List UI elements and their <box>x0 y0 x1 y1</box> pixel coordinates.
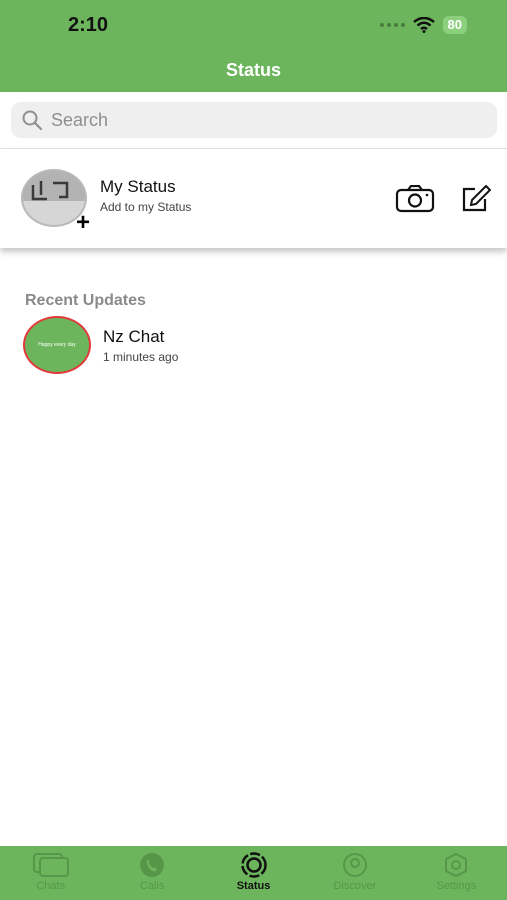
app-header: 2:10 80 Status <box>0 0 507 92</box>
tab-status-label: Status <box>236 880 271 892</box>
tab-calls[interactable]: Calls <box>101 846 202 900</box>
wifi-icon <box>412 17 435 33</box>
status-bar-indicators: 80 <box>379 16 467 34</box>
camera-icon[interactable] <box>395 185 435 213</box>
tab-settings-label: Settings <box>436 880 477 892</box>
settings-icon <box>445 852 468 878</box>
battery-indicator: 80 <box>442 16 467 34</box>
tab-status[interactable]: Status <box>203 846 304 900</box>
tab-settings[interactable]: Settings <box>406 846 507 900</box>
tab-chats[interactable]: Chats <box>0 846 101 900</box>
tab-discover[interactable]: Discover <box>304 846 405 900</box>
search-bar[interactable] <box>11 102 497 138</box>
edit-icon[interactable] <box>461 185 491 213</box>
my-status-name: My Status <box>100 177 176 196</box>
chats-icon <box>32 853 69 877</box>
status-icon <box>240 852 267 878</box>
recent-updates-heading: Recent Updates <box>25 292 146 309</box>
add-status-plus-icon[interactable]: + <box>76 211 90 235</box>
tab-bar: Chats Calls Status Discover Settings <box>0 846 507 900</box>
tab-chats-label: Chats <box>36 880 66 892</box>
search-input[interactable] <box>49 108 473 132</box>
discover-icon <box>342 853 367 877</box>
tab-calls-label: Calls <box>139 880 165 892</box>
status-preview-text: Happy every day <box>38 342 76 348</box>
search-icon <box>22 110 43 131</box>
my-status-subtitle: Add to my Status <box>100 200 192 214</box>
my-status-row[interactable]: + My Status Add to my Status <box>0 149 507 248</box>
page-title: Status <box>225 60 281 80</box>
status-time: 2:10 <box>68 14 109 36</box>
status-update-name: Nz Chat <box>103 327 165 346</box>
tab-discover-label: Discover <box>333 880 377 892</box>
calls-icon <box>140 853 165 877</box>
status-update-time: 1 minutes ago <box>103 350 179 364</box>
status-update-avatar[interactable]: Happy every day <box>23 316 91 374</box>
signal-icon <box>379 23 405 27</box>
